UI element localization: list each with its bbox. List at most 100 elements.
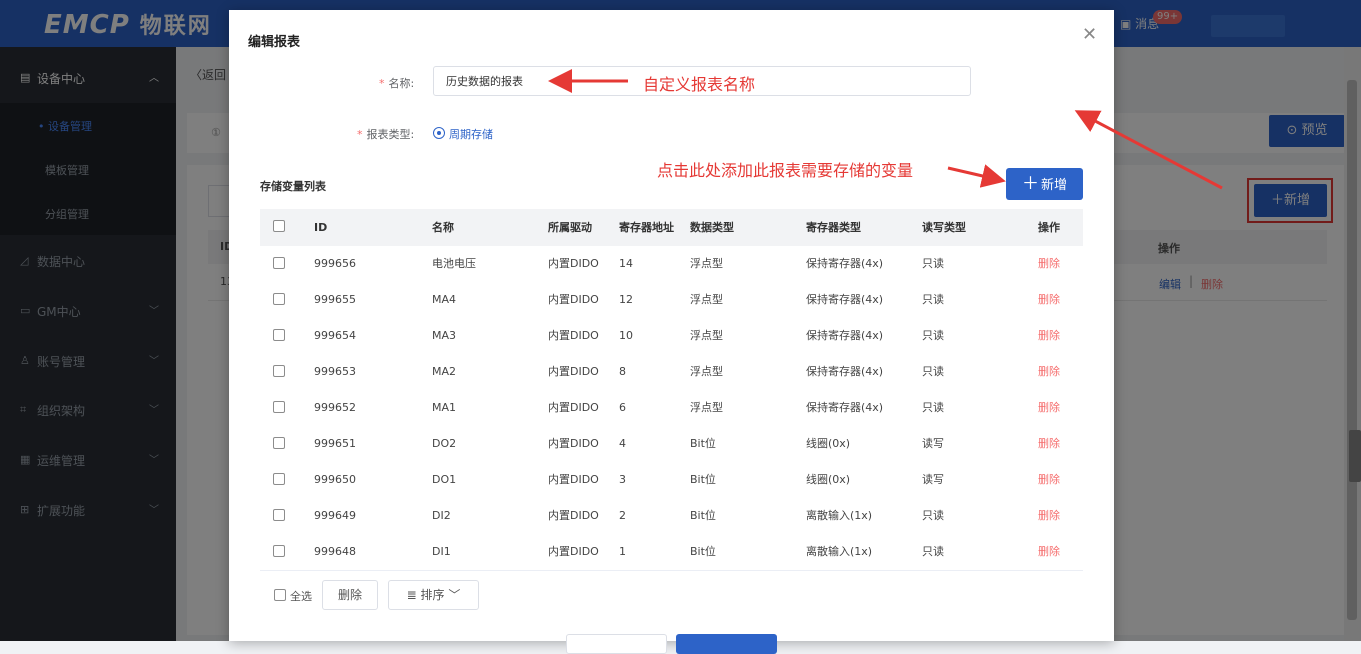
table-row: 999652 MA1 内置DIDO 6 浮点型 保持寄存器(4x) 只读 删除 (260, 390, 1083, 427)
cell-data-type: 浮点型 (690, 293, 723, 306)
required-mark: * (357, 128, 363, 141)
row-checkbox[interactable] (273, 329, 285, 341)
cell-driver: 内置DIDO (548, 365, 599, 378)
cell-delete-link[interactable]: 删除 (1038, 390, 1060, 426)
cell-name: MA2 (432, 365, 457, 378)
add-variable-button[interactable]: ＋新增 (1006, 168, 1083, 200)
cell-delete-link[interactable]: 删除 (1038, 282, 1060, 318)
table-row: 999656 电池电压 内置DIDO 14 浮点型 保持寄存器(4x) 只读 删除 (260, 246, 1083, 283)
cell-name: MA3 (432, 329, 457, 342)
variable-list-title: 存储变量列表 (260, 180, 326, 193)
cell-register-type: 离散输入(1x) (806, 509, 873, 522)
row-checkbox[interactable] (273, 509, 285, 521)
bulk-delete-button[interactable]: 删除 (322, 580, 378, 610)
row-checkbox[interactable] (273, 365, 285, 377)
side-indicator (1349, 430, 1361, 482)
periodic-storage-label[interactable]: 周期存储 (449, 126, 493, 142)
header-select-checkbox[interactable] (273, 220, 285, 232)
sort-label: 排序 (420, 588, 445, 602)
cell-id: 999655 (314, 293, 356, 306)
dialog-title: 编辑报表 (248, 35, 301, 50)
row-checkbox[interactable] (273, 473, 285, 485)
table-row: 999648 DI1 内置DIDO 1 Bit位 离散输入(1x) 只读 删除 (260, 534, 1083, 571)
cell-rw-type: 读写 (922, 437, 944, 450)
required-mark: * (379, 77, 385, 90)
table-row: 999649 DI2 内置DIDO 2 Bit位 离散输入(1x) 只读 删除 (260, 498, 1083, 535)
row-checkbox[interactable] (273, 257, 285, 269)
cell-rw-type: 只读 (922, 329, 944, 342)
cell-delete-link[interactable]: 删除 (1038, 354, 1060, 390)
cell-data-type: Bit位 (690, 509, 716, 522)
add-variable-label: 新增 (1040, 178, 1067, 193)
cell-address: 14 (619, 257, 633, 270)
cell-name: DI1 (432, 545, 451, 558)
cell-rw-type: 只读 (922, 401, 944, 414)
cell-data-type: 浮点型 (690, 401, 723, 414)
cell-delete-link[interactable]: 删除 (1038, 246, 1060, 282)
cell-delete-link[interactable]: 删除 (1038, 534, 1060, 570)
col-rw-type: 读写类型 (922, 221, 966, 234)
cell-driver: 内置DIDO (548, 257, 599, 270)
col-driver: 所属驱动 (548, 221, 592, 234)
cell-id: 999652 (314, 401, 356, 414)
name-label-text: 名称: (388, 77, 415, 90)
cell-driver: 内置DIDO (548, 509, 599, 522)
cell-data-type: 浮点型 (690, 365, 723, 378)
table-row: 999653 MA2 内置DIDO 8 浮点型 保持寄存器(4x) 只读 删除 (260, 354, 1083, 391)
row-checkbox[interactable] (273, 293, 285, 305)
cell-register-type: 保持寄存器(4x) (806, 293, 884, 306)
row-checkbox[interactable] (273, 401, 285, 413)
table-row: 999654 MA3 内置DIDO 10 浮点型 保持寄存器(4x) 只读 删除 (260, 318, 1083, 355)
cell-name: 电池电压 (432, 257, 476, 270)
select-all-checkbox[interactable] (274, 589, 286, 601)
cell-address: 3 (619, 473, 626, 486)
col-name: 名称 (432, 221, 454, 234)
cell-register-type: 保持寄存器(4x) (806, 365, 884, 378)
table-row: 999655 MA4 内置DIDO 12 浮点型 保持寄存器(4x) 只读 删除 (260, 282, 1083, 319)
cell-data-type: Bit位 (690, 545, 716, 558)
cell-data-type: 浮点型 (690, 329, 723, 342)
cell-delete-link[interactable]: 删除 (1038, 318, 1060, 354)
col-address: 寄存器地址 (619, 221, 674, 234)
cell-address: 10 (619, 329, 633, 342)
confirm-button[interactable] (676, 634, 777, 654)
periodic-storage-radio[interactable] (433, 127, 445, 139)
annotation-add-hint: 点击此处添加此报表需要存储的变量 (657, 161, 914, 180)
cell-id: 999648 (314, 545, 356, 558)
col-register-type: 寄存器类型 (806, 221, 861, 234)
close-icon[interactable]: ✕ (1082, 24, 1097, 45)
cell-rw-type: 只读 (922, 365, 944, 378)
cell-rw-type: 只读 (922, 257, 944, 270)
cell-id: 999651 (314, 437, 356, 450)
plus-icon: ＋ (1021, 174, 1039, 194)
cell-delete-link[interactable]: 删除 (1038, 498, 1060, 534)
cell-name: MA1 (432, 401, 457, 414)
cell-rw-type: 只读 (922, 545, 944, 558)
cell-register-type: 保持寄存器(4x) (806, 401, 884, 414)
cell-address: 1 (619, 545, 626, 558)
cell-address: 12 (619, 293, 633, 306)
cell-address: 6 (619, 401, 626, 414)
cell-address: 2 (619, 509, 626, 522)
cell-name: DI2 (432, 509, 451, 522)
cancel-button[interactable] (566, 634, 667, 654)
row-checkbox[interactable] (273, 545, 285, 557)
cell-address: 8 (619, 365, 626, 378)
cell-delete-link[interactable]: 删除 (1038, 462, 1060, 498)
cell-name: DO2 (432, 437, 457, 450)
sort-icon: ≣ (406, 588, 417, 602)
cell-register-type: 线圈(0x) (806, 437, 851, 450)
table-row: 999650 DO1 内置DIDO 3 Bit位 线圈(0x) 读写 删除 (260, 462, 1083, 499)
name-label: * 名称: (379, 75, 414, 91)
cell-delete-link[interactable]: 删除 (1038, 426, 1060, 462)
row-checkbox[interactable] (273, 437, 285, 449)
edit-report-dialog: 编辑报表 ✕ *名称: *报表类型: 周期存储 存储变量列表 ＋新增 ID 名称… (229, 10, 1114, 654)
sort-button[interactable]: ≣ 排序 ﹀ (388, 580, 479, 610)
cell-id: 999654 (314, 329, 356, 342)
cell-register-type: 离散输入(1x) (806, 545, 873, 558)
cell-driver: 内置DIDO (548, 545, 599, 558)
cell-id: 999653 (314, 365, 356, 378)
cell-id: 999649 (314, 509, 356, 522)
select-all-label[interactable]: 全选 (290, 588, 312, 604)
cell-rw-type: 只读 (922, 293, 944, 306)
